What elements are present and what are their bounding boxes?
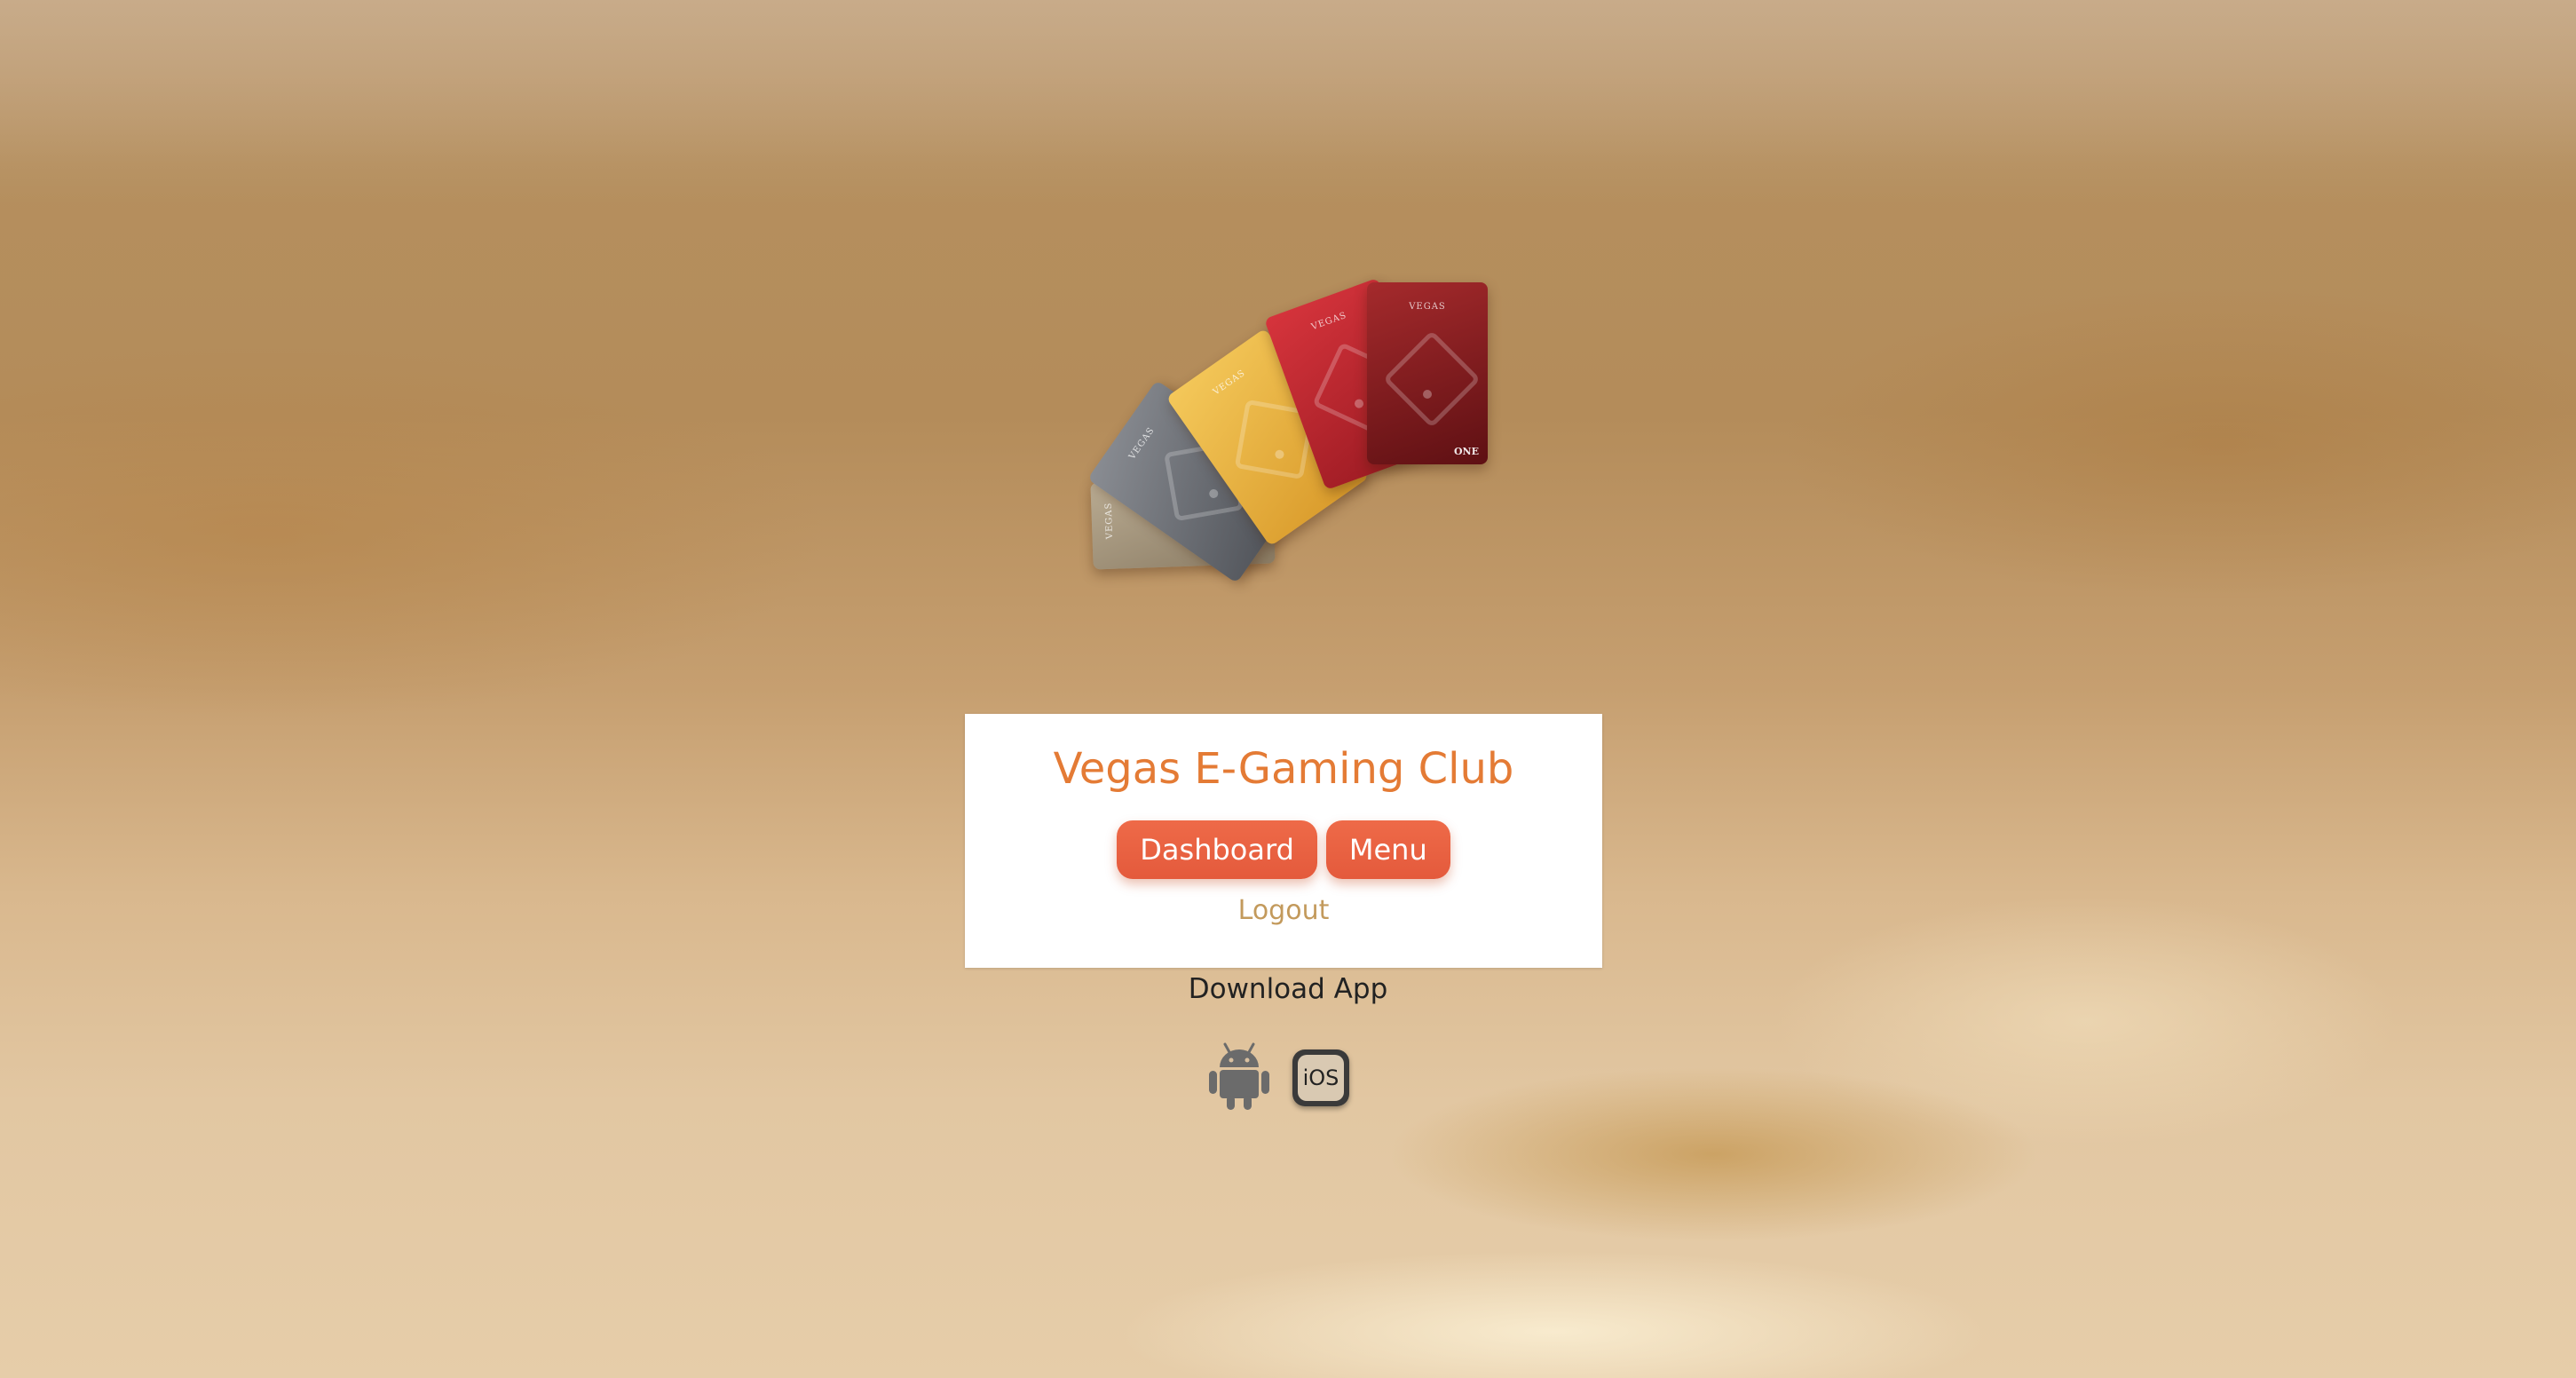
landing-page: VEGAS VEGAS VEGAS VEGAS ONE VEGAS ONE Ve… [0,0,2576,1378]
android-icon[interactable] [1205,1041,1273,1112]
download-app-label: Download App [1188,973,1388,1005]
logout-link[interactable]: Logout [965,895,1602,926]
dashboard-button[interactable]: Dashboard [1117,820,1317,879]
card-mark-label: ONE [1453,446,1479,457]
ios-icon[interactable]: iOS [1292,1049,1349,1106]
card-fan-illustration: VEGAS VEGAS VEGAS VEGAS ONE VEGAS ONE [1047,266,1545,710]
app-download-icons: iOS [1205,1037,1365,1117]
ios-label: iOS [1298,1055,1344,1101]
action-buttons: Dashboard Menu [965,820,1602,879]
card-brand-label: VEGAS [1409,302,1446,312]
card-dark-red: VEGAS ONE [1367,282,1488,464]
menu-button[interactable]: Menu [1325,820,1450,879]
page-title: Vegas E-Gaming Club [1053,744,1514,794]
login-panel: Vegas E-Gaming Club Dashboard Menu Logou… [965,714,1602,968]
